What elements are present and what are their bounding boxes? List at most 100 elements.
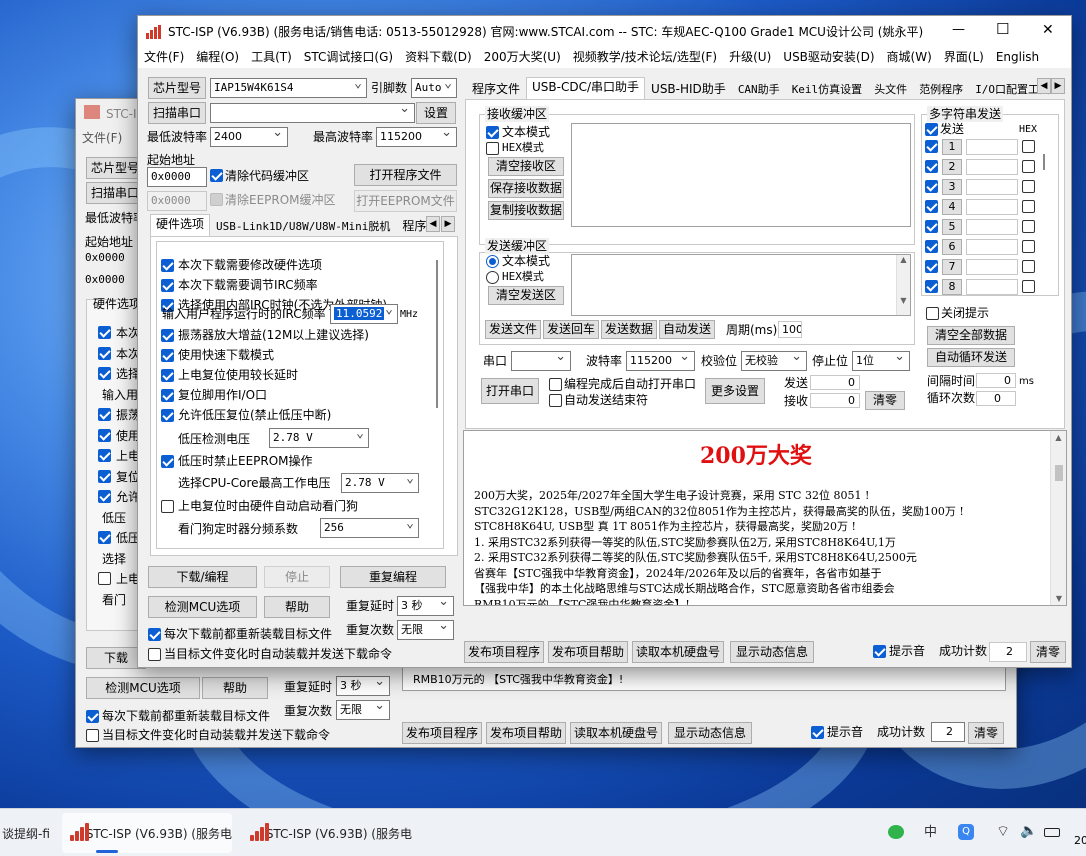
- baud-select[interactable]: 115200: [626, 351, 695, 371]
- multi-row-hex-check[interactable]: [1022, 200, 1035, 213]
- left-tab-next-icon[interactable]: ▶: [441, 216, 455, 232]
- addr1-input[interactable]: 0x0000: [147, 167, 207, 187]
- back-publish-help[interactable]: 发布项目帮助: [486, 722, 566, 744]
- hw-scrollbar[interactable]: [436, 260, 438, 408]
- open-program-button[interactable]: 打开程序文件: [354, 164, 457, 186]
- qq-tray-icon[interactable]: Q: [958, 824, 974, 840]
- publish-program-button[interactable]: 发布项目程序: [464, 641, 544, 663]
- chip-type-select[interactable]: IAP15W4K61S4: [210, 78, 367, 98]
- scan-port-button[interactable]: 扫描串口: [148, 102, 206, 124]
- multi-row-check[interactable]: [925, 260, 938, 273]
- back-count-select[interactable]: 无限: [336, 700, 390, 720]
- tab-right-4[interactable]: Keil仿真设置: [786, 79, 869, 99]
- multi-row-button[interactable]: 1: [942, 139, 962, 155]
- menu-item[interactable]: 界面(L): [944, 46, 984, 68]
- multi-row-button[interactable]: 4: [942, 199, 962, 215]
- tab-right-6[interactable]: 范例程序: [913, 79, 969, 99]
- speaker-icon[interactable]: 🔈: [1020, 823, 1037, 839]
- multi-row-hex-check[interactable]: [1022, 140, 1035, 153]
- ime-indicator[interactable]: 中: [924, 825, 937, 841]
- min-baud-select[interactable]: 2400: [210, 127, 288, 147]
- tab-right-5[interactable]: 头文件: [868, 79, 913, 99]
- stop-bit-select[interactable]: 1位: [852, 351, 910, 371]
- back-option-check[interactable]: [98, 531, 111, 544]
- left-tab-prev-icon[interactable]: ◀: [426, 216, 440, 232]
- close-icon[interactable]: ✕: [1042, 22, 1054, 38]
- tab-right-1[interactable]: USB-CDC/串口助手: [526, 77, 646, 99]
- multi-row-button[interactable]: 5: [942, 219, 962, 235]
- multi-row-input[interactable]: [966, 259, 1018, 275]
- title-bar[interactable]: STC-ISP (V6.93B) (服务电话/销售电话: 0513-550129…: [138, 16, 1071, 46]
- multi-row-input[interactable]: [966, 179, 1018, 195]
- multi-row-hex-check[interactable]: [1022, 220, 1035, 233]
- back-option-check[interactable]: [98, 428, 111, 442]
- send-file-button[interactable]: 发送文件: [485, 320, 541, 339]
- recv-hex-mode-check[interactable]: [486, 142, 499, 155]
- back-hw-tab[interactable]: 硬件选项: [93, 296, 141, 312]
- back-show-dynamic[interactable]: 显示动态信息: [668, 722, 752, 744]
- clock[interactable]: 20: [1074, 833, 1086, 849]
- back-publish-program[interactable]: 发布项目程序: [402, 722, 482, 744]
- menu-item[interactable]: English: [996, 46, 1039, 68]
- wechat-tray-icon[interactable]: [888, 825, 904, 839]
- menu-item[interactable]: 视频教学/技术论坛/选型(F): [573, 46, 717, 68]
- parity-select[interactable]: 无校验: [741, 351, 807, 371]
- back-delay-select[interactable]: 3 秒: [336, 676, 390, 696]
- multi-row-input[interactable]: [966, 199, 1018, 215]
- auto-end-check[interactable]: [549, 394, 562, 407]
- copy-recv-button[interactable]: 复制接收数据: [488, 201, 564, 220]
- maximize-icon[interactable]: ☐: [996, 21, 1009, 37]
- hw-option-check[interactable]: [161, 259, 174, 272]
- check-mcu-button[interactable]: 检测MCU选项: [148, 596, 257, 618]
- chip-type-button[interactable]: 芯片型号: [148, 77, 206, 99]
- hw-option-check[interactable]: [161, 279, 174, 292]
- read-disk-button[interactable]: 读取本机硬盘号: [632, 641, 724, 663]
- tab-right-2[interactable]: USB-HID助手: [645, 79, 732, 99]
- back-clear-button[interactable]: 清零: [968, 722, 1004, 744]
- hw-option-check[interactable]: [161, 409, 174, 422]
- tab-hardware[interactable]: 硬件选项: [150, 214, 211, 236]
- multi-row-input[interactable]: [966, 139, 1018, 155]
- back-option-check[interactable]: [98, 469, 111, 483]
- repeat-delay-select[interactable]: 3 秒: [397, 596, 454, 616]
- right-tab-prev-icon[interactable]: ◀: [1037, 78, 1051, 94]
- multi-send-all-check[interactable]: [925, 123, 938, 136]
- back-option-check[interactable]: [98, 326, 111, 339]
- save-recv-button[interactable]: 保存接收数据: [488, 179, 564, 198]
- addr2-input[interactable]: 0x0000: [147, 191, 207, 211]
- multi-row-check[interactable]: [925, 160, 938, 173]
- multi-row-button[interactable]: 8: [942, 279, 962, 295]
- multi-row-hex-check[interactable]: [1022, 160, 1035, 173]
- port-select[interactable]: [210, 103, 415, 123]
- multi-row-check[interactable]: [925, 280, 938, 293]
- irc-select[interactable]: 11.0592: [330, 304, 398, 324]
- download-button[interactable]: 下载/编程: [148, 566, 257, 588]
- battery-icon[interactable]: [1044, 828, 1060, 837]
- hw-option-check[interactable]: [161, 389, 174, 402]
- multi-row-input[interactable]: [966, 279, 1018, 295]
- hw-option-check[interactable]: [161, 349, 174, 362]
- recv-text-mode-check[interactable]: [486, 126, 499, 139]
- main-window[interactable]: STC-ISP (V6.93B) (服务电话/销售电话: 0513-550129…: [137, 15, 1072, 668]
- menu-item[interactable]: 升级(U): [729, 46, 771, 68]
- period-input[interactable]: 100: [778, 321, 802, 338]
- loop-input[interactable]: 0: [976, 391, 1016, 406]
- wdt-div-select[interactable]: 256: [320, 518, 419, 538]
- right-tab-next-icon[interactable]: ▶: [1051, 78, 1065, 94]
- close-tip-check[interactable]: [926, 307, 939, 320]
- multi-row-hex-check[interactable]: [1022, 180, 1035, 193]
- tab-usb-link[interactable]: USB-Link1D/U8W/U8W-Mini脱机: [210, 216, 396, 236]
- send-data-button[interactable]: 发送数据: [601, 320, 657, 339]
- back-option-check[interactable]: [98, 408, 111, 421]
- send-textarea[interactable]: ▲ ▼: [571, 254, 911, 316]
- auto-loop-button[interactable]: 自动循环发送: [927, 348, 1015, 367]
- back-reload-check[interactable]: [86, 710, 99, 723]
- more-settings-button[interactable]: 更多设置: [705, 378, 765, 404]
- settings-button[interactable]: 设置: [416, 102, 456, 124]
- recv-textarea[interactable]: [571, 123, 911, 227]
- multi-row-button[interactable]: 3: [942, 179, 962, 195]
- multi-row-check[interactable]: [925, 180, 938, 193]
- taskbar-item-stc-2[interactable]: STC-ISP (V6.93B) (服务电: [242, 813, 412, 853]
- pin-select[interactable]: Auto: [411, 78, 457, 98]
- send-hex-mode-radio[interactable]: [486, 271, 499, 284]
